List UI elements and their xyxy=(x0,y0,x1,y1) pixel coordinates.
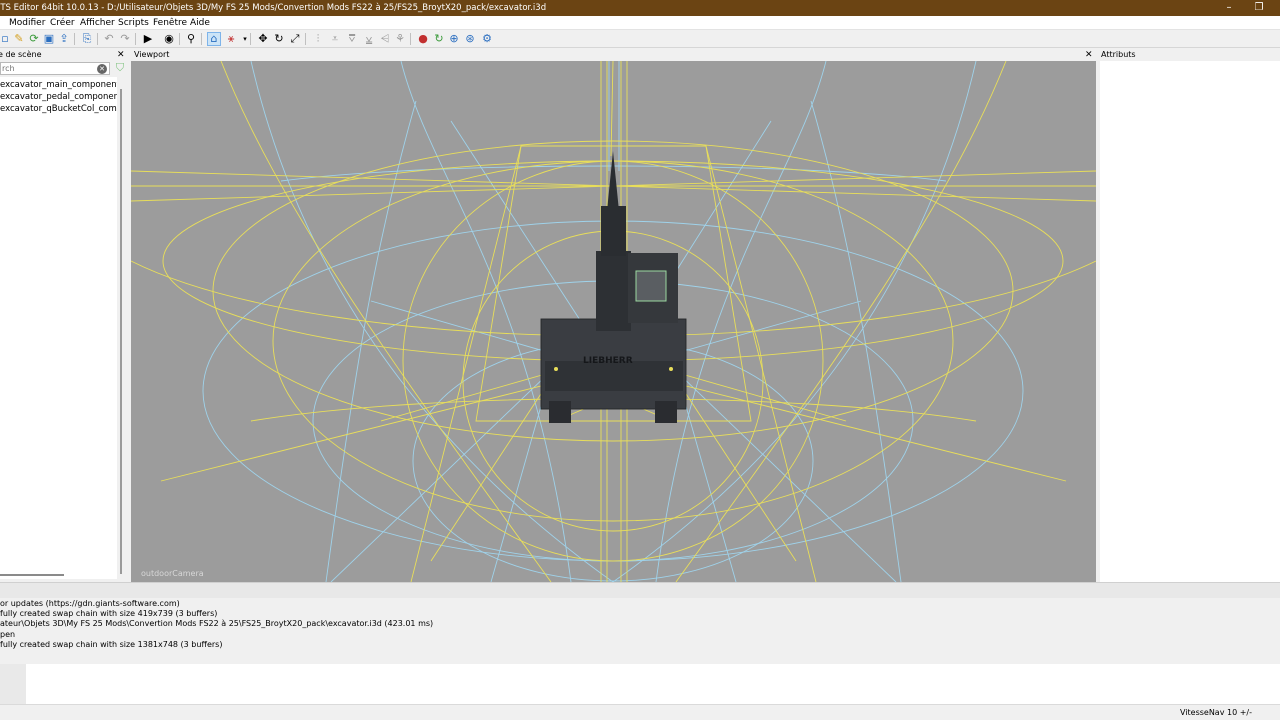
nav-speed-status: VitesseNav 10 +/- xyxy=(1179,708,1252,717)
snap-icon[interactable]: ⚹ xyxy=(224,32,238,46)
excavator-model[interactable]: LIEBHERR xyxy=(540,151,687,423)
select-mode-icon[interactable]: ⌂ xyxy=(207,32,221,46)
redo-icon[interactable]: ↷ xyxy=(118,32,132,46)
scene-hscrollbar[interactable] xyxy=(0,574,64,576)
settings-icon[interactable]: ⚙ xyxy=(480,32,494,46)
tree-item[interactable]: excavator_qBucketCol_compo xyxy=(0,103,117,115)
menu-scripts[interactable]: Scripts xyxy=(118,16,149,30)
save-as-icon[interactable]: ⇪ xyxy=(57,32,71,46)
menu-bar: Modifier Créer Afficher Scripts Fenêtre … xyxy=(0,16,1280,30)
undo-icon[interactable]: ↶ xyxy=(102,32,116,46)
toolbar-separator xyxy=(74,33,75,45)
record-icon[interactable]: ● xyxy=(416,32,430,46)
script-command-input[interactable] xyxy=(26,664,1280,704)
menu-modifier[interactable]: Modifier xyxy=(9,16,45,30)
import-icon[interactable]: ⎘ xyxy=(80,32,94,46)
log-line: fully created swap chain with size 1381x… xyxy=(0,640,223,649)
toolbar-separator xyxy=(305,33,306,45)
network-icon[interactable]: ⊛ xyxy=(463,32,477,46)
minimize-button[interactable]: – xyxy=(1214,0,1244,16)
close-icon[interactable]: ✕ xyxy=(117,49,125,61)
search-icon[interactable]: ⚲ xyxy=(184,32,198,46)
scrollbar-thumb[interactable] xyxy=(120,89,122,574)
save-icon[interactable]: ▣ xyxy=(42,32,56,46)
panel-splitter[interactable] xyxy=(0,582,1280,598)
align-icon[interactable]: ⫶ xyxy=(311,32,325,46)
tree-item[interactable]: excavator_main_component1 xyxy=(0,79,117,91)
menu-afficher[interactable]: Afficher xyxy=(80,16,115,30)
log-line: fully created swap chain with size 419x7… xyxy=(0,609,218,618)
scene-search-box[interactable]: ✕ xyxy=(0,62,110,75)
drop-icon[interactable]: ⩡ xyxy=(328,32,342,46)
restore-button[interactable]: ❐ xyxy=(1244,0,1274,16)
menu-fenetre[interactable]: Fenêtre xyxy=(153,16,187,30)
globe-icon[interactable]: ⊕ xyxy=(447,32,461,46)
viewport-header: Viewport ✕ xyxy=(131,49,1097,61)
scene-scrollbar[interactable] xyxy=(119,89,123,574)
open-icon[interactable]: ✎ xyxy=(12,32,26,46)
toolbar-separator xyxy=(201,33,202,45)
tree-item[interactable]: excavator_pedal_component2 xyxy=(0,91,117,103)
status-bar: VitesseNav 10 +/- xyxy=(0,704,1280,720)
scale-icon[interactable]: ⤢ xyxy=(288,32,302,46)
toolbar: ▫ ✎ ⟳ ▣ ⇪ ⎘ ↶ ↷ ▶ ◉ ⚲ ⌂ ⚹ ▾ ✥ ↻ ⤢ ⫶ ⩡ ⩢ … xyxy=(0,30,1280,48)
menu-creer[interactable]: Créer xyxy=(50,16,75,30)
drop-left-icon[interactable]: ⩢ xyxy=(345,32,359,46)
scene-panel: e de scène ✕ ✕ ⛉ excavator_main_componen… xyxy=(0,49,130,582)
close-icon[interactable]: ✕ xyxy=(1085,49,1093,61)
toolbar-separator xyxy=(410,33,411,45)
machine-brand-label: LIEBHERR xyxy=(583,356,633,366)
toolbar-separator xyxy=(135,33,136,45)
clear-search-icon[interactable]: ✕ xyxy=(97,64,107,74)
viewport-title: Viewport xyxy=(134,50,170,59)
viewport[interactable]: LIEBHERR outdoorCamera xyxy=(131,61,1096,582)
scene-panel-title: e de scène xyxy=(0,50,42,59)
drop-right-icon[interactable]: ⩣ xyxy=(362,32,376,46)
camera-label: outdoorCamera xyxy=(141,569,204,578)
log-panel: or updates (https://gdn.giants-software.… xyxy=(0,598,1280,664)
toolbar-separator xyxy=(250,33,251,45)
menu-aide[interactable]: Aide xyxy=(190,16,210,30)
log-line: ateur\Objets 3D\My FS 25 Mods\Convertion… xyxy=(0,619,434,628)
log-line: or updates (https://gdn.giants-software.… xyxy=(0,599,180,608)
eye-icon[interactable]: ◉ xyxy=(162,32,176,46)
sync-icon[interactable]: ↻ xyxy=(432,32,446,46)
title-bar: NTS Editor 64bit 10.0.13 - D:/Utilisateu… xyxy=(0,0,1280,16)
play-icon[interactable]: ▶ xyxy=(141,32,155,46)
refresh-icon[interactable]: ⟳ xyxy=(27,32,41,46)
attributes-panel xyxy=(1100,61,1280,582)
toolbar-separator xyxy=(179,33,180,45)
command-area xyxy=(0,664,1280,704)
attributes-header: Attributs xyxy=(1101,50,1136,59)
viewport-scene[interactable]: LIEBHERR xyxy=(131,61,1096,582)
move-icon[interactable]: ✥ xyxy=(256,32,270,46)
rotate-icon[interactable]: ↻ xyxy=(272,32,286,46)
terrain-icon[interactable]: ⚘ xyxy=(393,32,407,46)
search-input[interactable] xyxy=(1,63,93,74)
filter-icon[interactable]: ⛉ xyxy=(113,62,127,75)
window-title: NTS Editor 64bit 10.0.13 - D:/Utilisateu… xyxy=(0,3,547,13)
log-line: pen xyxy=(0,630,16,639)
scene-panel-header: e de scène ✕ xyxy=(0,49,128,61)
toolbar-separator xyxy=(97,33,98,45)
scene-tree: excavator_main_component1 excavator_peda… xyxy=(0,77,117,579)
drop-down-icon[interactable]: ⩤ xyxy=(378,32,392,46)
new-icon[interactable]: ▫ xyxy=(0,32,12,46)
